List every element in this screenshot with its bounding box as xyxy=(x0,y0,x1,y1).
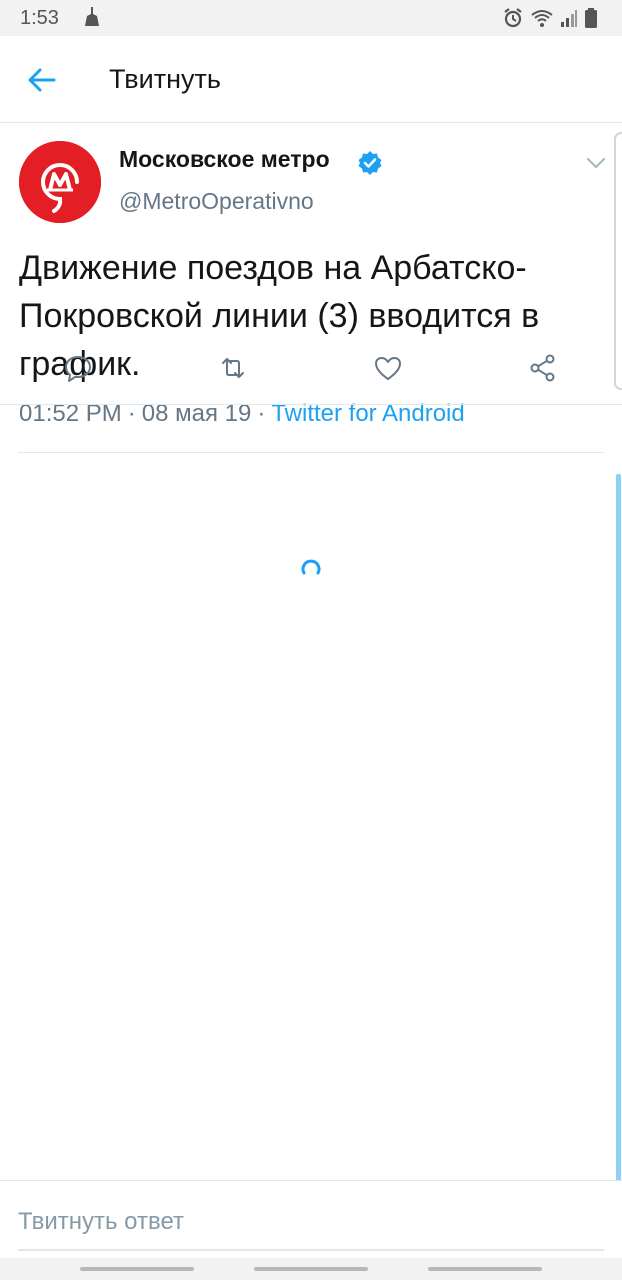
divider xyxy=(18,452,604,453)
divider xyxy=(0,404,622,405)
signal-icon xyxy=(561,10,577,27)
reply-bar xyxy=(0,1180,622,1259)
app-bar: Твитнуть xyxy=(0,36,622,123)
battery-icon xyxy=(585,8,597,28)
moscow-metro-logo-icon xyxy=(19,141,101,223)
status-bar: 1:53 xyxy=(0,0,622,36)
status-icons xyxy=(502,6,598,30)
verified-badge-icon xyxy=(358,151,382,175)
reply-input[interactable] xyxy=(18,1195,604,1251)
avatar[interactable] xyxy=(19,141,101,223)
nav-back-button[interactable] xyxy=(428,1267,542,1271)
author-name[interactable]: Московское метро xyxy=(119,146,330,173)
page-title: Твитнуть xyxy=(109,64,221,94)
cleaning-app-icon xyxy=(85,7,99,26)
nav-recents-button[interactable] xyxy=(80,1267,194,1271)
wifi-icon xyxy=(531,10,553,27)
loading-spinner-icon xyxy=(301,559,321,575)
arrow-left-icon[interactable] xyxy=(26,64,58,96)
retweet-icon[interactable] xyxy=(218,353,248,383)
heart-icon[interactable] xyxy=(373,353,403,383)
status-time: 1:53 xyxy=(20,7,59,29)
author-handle[interactable]: @MetroOperativno xyxy=(119,188,314,215)
alarm-icon xyxy=(504,8,522,28)
share-icon[interactable] xyxy=(528,353,558,383)
chevron-down-icon[interactable] xyxy=(583,150,609,176)
tweet-actions xyxy=(0,331,622,403)
nav-home-button[interactable] xyxy=(254,1267,368,1271)
system-nav-bar xyxy=(0,1258,622,1280)
reply-icon[interactable] xyxy=(63,353,93,383)
scrollbar[interactable] xyxy=(616,474,621,1184)
